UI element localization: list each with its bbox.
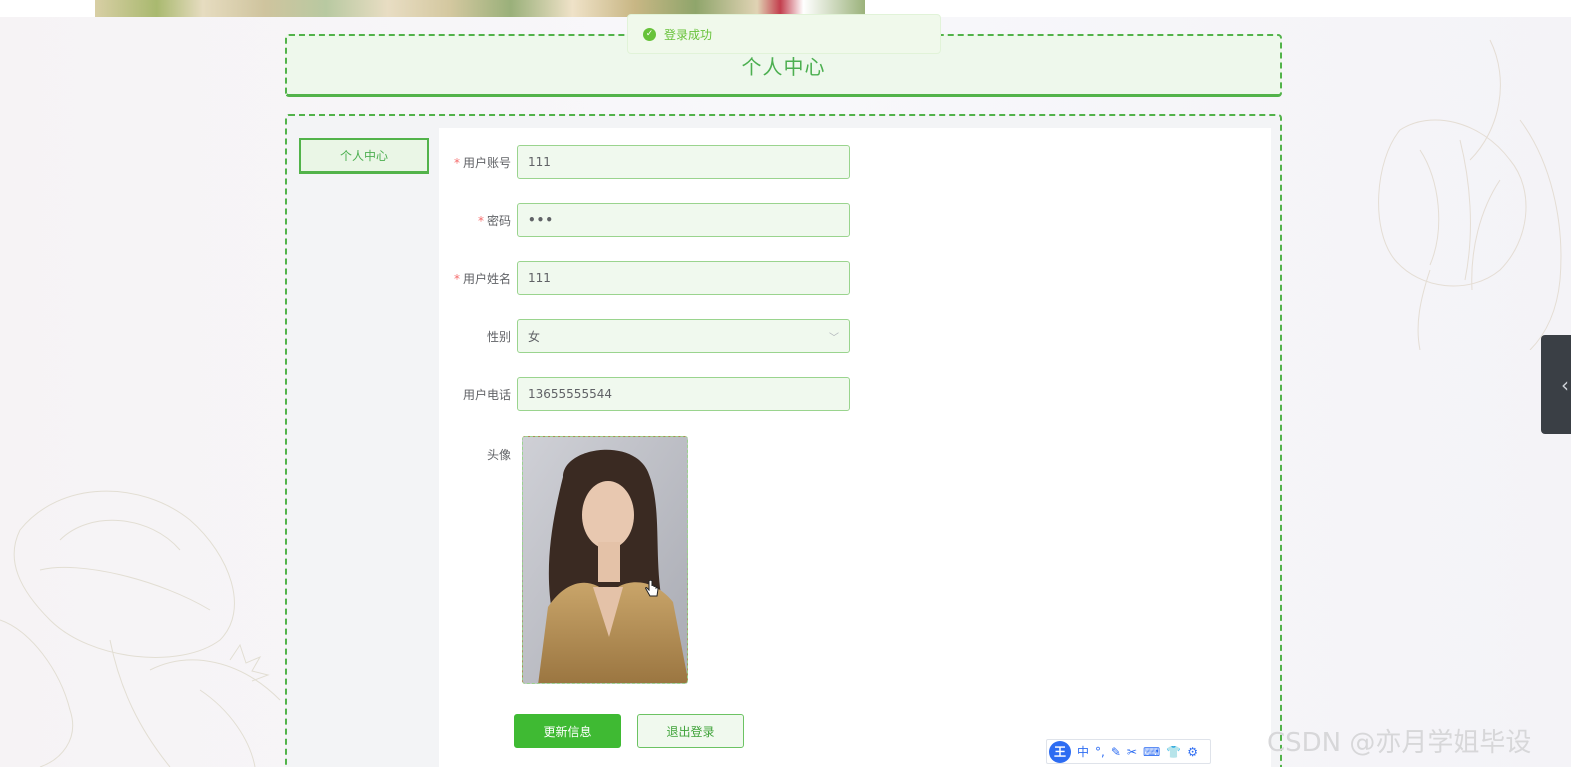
page-title: 个人中心 bbox=[741, 54, 826, 79]
gender-label: 性别 bbox=[486, 329, 511, 344]
avatar-label: 头像 bbox=[486, 448, 511, 462]
password-label: * 密码 bbox=[477, 213, 511, 228]
floral-decoration-right bbox=[1378, 39, 1562, 350]
account-input[interactable]: 111 bbox=[517, 145, 850, 179]
phone-label: 用户电话 bbox=[462, 387, 511, 402]
logout-button[interactable]: 退出登录 bbox=[637, 714, 744, 748]
account-label: * 用户账号 bbox=[453, 155, 511, 170]
sidebar-item-personal-center[interactable]: 个人中心 bbox=[299, 138, 429, 174]
chevron-left-icon: ‹ bbox=[1561, 372, 1569, 397]
ime-mode-button[interactable]: 中 bbox=[1077, 743, 1089, 760]
required-mark: * bbox=[453, 155, 460, 170]
ime-logo-icon[interactable]: 王 bbox=[1049, 740, 1071, 763]
main-panel: 个人中心 * 用户账号 111 * 密码 ••• * 用户姓名 111 性别 女 ﹀ … bbox=[285, 114, 1282, 767]
ime-skin-icon[interactable]: 👕 bbox=[1166, 745, 1181, 759]
avatar-upload[interactable] bbox=[522, 436, 688, 684]
form-row-name: * 用户姓名 111 bbox=[439, 261, 1271, 295]
form-row-phone: 用户电话 13655555544 bbox=[439, 377, 1271, 411]
avatar-image bbox=[523, 437, 687, 683]
required-mark: * bbox=[477, 213, 484, 228]
gender-select[interactable]: 女 ﹀ bbox=[517, 319, 850, 353]
check-circle-icon: ✓ bbox=[643, 27, 656, 41]
form-row-gender: 性别 女 ﹀ bbox=[439, 319, 1271, 353]
phone-input[interactable]: 13655555544 bbox=[517, 377, 850, 411]
ime-pen-icon[interactable]: ✎ bbox=[1111, 745, 1121, 759]
side-drawer-handle[interactable]: ‹ bbox=[1541, 335, 1571, 434]
form-row-account: * 用户账号 111 bbox=[439, 145, 1271, 179]
form-row-password: * 密码 ••• bbox=[439, 203, 1271, 237]
password-input[interactable]: ••• bbox=[517, 203, 850, 237]
floral-decoration-left bbox=[0, 490, 281, 767]
ime-toolbar: 王 中 °, ✎ ✂ ⌨ 👕 ⚙ bbox=[1046, 739, 1211, 764]
ime-keyboard-icon[interactable]: ⌨ bbox=[1143, 745, 1160, 759]
update-info-button[interactable]: 更新信息 bbox=[514, 714, 621, 748]
profile-form: * 用户账号 111 * 密码 ••• * 用户姓名 111 性别 女 ﹀ 用户电话 … bbox=[439, 128, 1271, 767]
hand-cursor-icon bbox=[645, 580, 659, 597]
name-input[interactable]: 111 bbox=[517, 261, 850, 295]
chevron-down-icon: ﹀ bbox=[829, 332, 839, 344]
ime-settings-icon[interactable]: ⚙ bbox=[1187, 745, 1198, 759]
ime-scissors-icon[interactable]: ✂ bbox=[1127, 745, 1137, 759]
name-label: * 用户姓名 bbox=[453, 271, 511, 286]
ime-punctuation-button[interactable]: °, bbox=[1095, 745, 1105, 759]
toast-message: 登录成功 bbox=[664, 27, 713, 42]
success-toast: ✓ 登录成功 bbox=[627, 14, 941, 54]
required-mark: * bbox=[453, 271, 460, 286]
sidebar-item-label: 个人中心 bbox=[339, 149, 388, 163]
watermark: CSDN @亦月学姐毕设 bbox=[1267, 728, 1532, 758]
